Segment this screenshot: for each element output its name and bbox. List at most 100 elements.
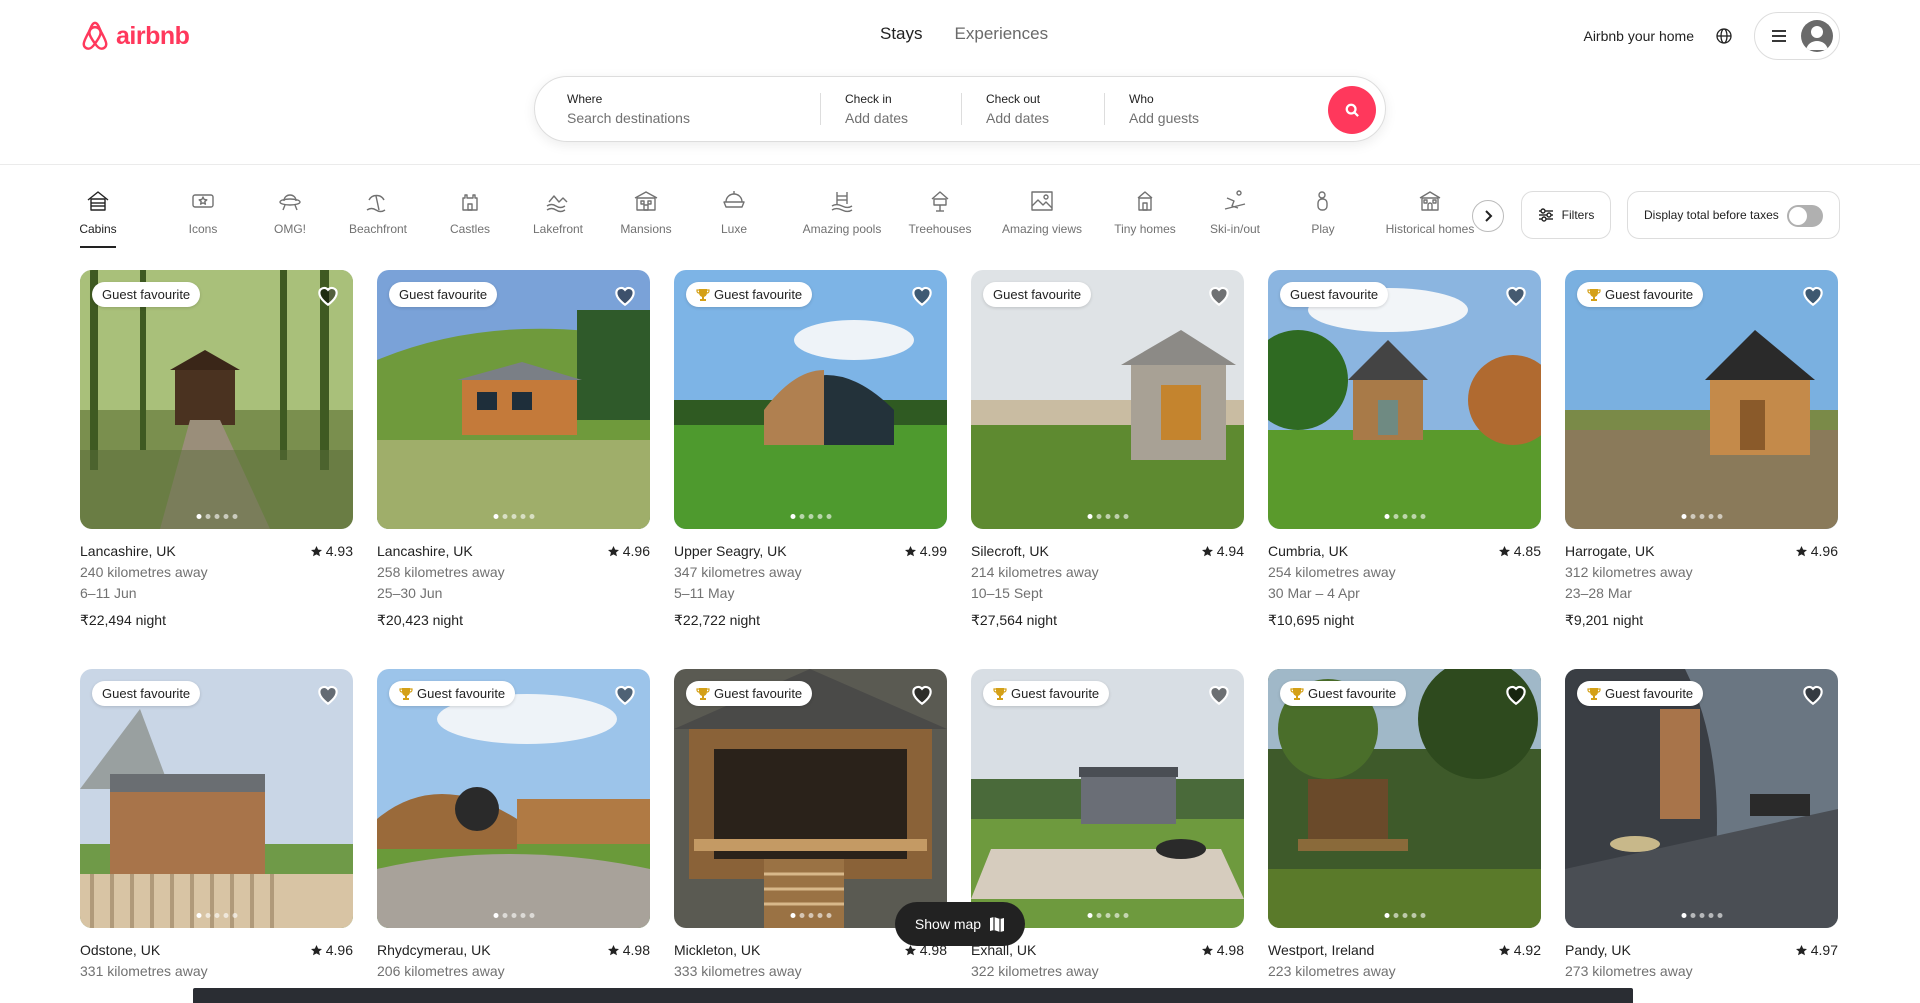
listing-card[interactable]: Guest favourite Westport, Ireland 4.92 223 …	[1268, 669, 1541, 982]
checkout-input[interactable]: Add dates	[986, 110, 1104, 126]
photo-pagination[interactable]	[196, 913, 237, 918]
search-checkin[interactable]: Check in Add dates	[821, 77, 961, 141]
listing-photo[interactable]: Guest favourite	[377, 669, 650, 928]
listing-photo[interactable]: Guest favourite	[80, 669, 353, 928]
heart-icon[interactable]	[909, 282, 935, 308]
category-label: OMG!	[274, 222, 306, 236]
heart-icon[interactable]	[909, 681, 935, 707]
listing-distance: 333 kilometres away	[674, 963, 802, 979]
heart-icon[interactable]	[1206, 681, 1232, 707]
heart-icon[interactable]	[1800, 681, 1826, 707]
photo-pagination[interactable]	[790, 514, 831, 519]
who-input[interactable]: Add guests	[1129, 110, 1335, 126]
heart-icon[interactable]	[315, 282, 341, 308]
show-map-button[interactable]: Show map	[895, 902, 1025, 946]
category-historical-homes[interactable]: Historical homes	[1379, 188, 1481, 248]
photo-pagination[interactable]	[493, 913, 534, 918]
heart-icon[interactable]	[1503, 282, 1529, 308]
heart-icon[interactable]	[315, 681, 341, 707]
search-checkout[interactable]: Check out Add dates	[962, 77, 1104, 141]
listing-card[interactable]: Guest favourite Upper Seagry, UK 4.99 347 k…	[674, 270, 947, 631]
heart-icon[interactable]	[1800, 282, 1826, 308]
heart-icon[interactable]	[612, 681, 638, 707]
listing-card[interactable]: Guest favourite Harrogate, UK 4.96 312 kilo…	[1565, 270, 1838, 631]
heart-icon[interactable]	[1206, 282, 1232, 308]
photo-pagination[interactable]	[1087, 514, 1128, 519]
listing-card[interactable]: Guest favourite Odstone, UK 4.96 331 kilome…	[80, 669, 353, 982]
category-lakefront[interactable]: Lakefront	[522, 188, 594, 248]
lakefront-icon	[545, 188, 571, 214]
category-amazing-pools[interactable]: Amazing pools	[792, 188, 892, 248]
listing-photo[interactable]: Guest favourite	[1268, 270, 1541, 529]
search-button[interactable]	[1328, 86, 1376, 134]
where-input[interactable]: Search destinations	[567, 110, 820, 126]
user-menu-button[interactable]	[1754, 12, 1840, 60]
listing-card[interactable]: Guest favourite Lancashire, UK 4.96 258 kil…	[377, 270, 650, 631]
globe-icon[interactable]	[1714, 26, 1734, 46]
category-mansions[interactable]: Mansions	[610, 188, 682, 248]
category-icons[interactable]: Icons	[167, 188, 239, 248]
listing-photo[interactable]: Guest favourite	[674, 669, 947, 928]
category-luxe[interactable]: Luxe	[698, 188, 770, 248]
listing-photo[interactable]: Guest favourite	[674, 270, 947, 529]
tab-stays[interactable]: Stays	[880, 24, 923, 44]
listing-card[interactable]: Guest favourite Silecroft, UK 4.94 214 kilo…	[971, 270, 1244, 631]
listing-photo[interactable]: Guest favourite	[1565, 270, 1838, 529]
category-tiny-homes[interactable]: Tiny homes	[1109, 188, 1181, 248]
listing-card[interactable]: Guest favourite Lancashire, UK 4.93 240 kil…	[80, 270, 353, 631]
filters-button[interactable]: Filters	[1521, 191, 1611, 239]
listing-info: Cumbria, UK 4.85 254 kilometres away 30 Mar…	[1268, 541, 1541, 631]
listing-photo[interactable]: Guest favourite	[80, 270, 353, 529]
listing-dates: 23–28 Mar	[1565, 585, 1632, 601]
airbnb-your-home-link[interactable]: Airbnb your home	[1583, 28, 1694, 44]
listing-photo[interactable]: Guest favourite	[1565, 669, 1838, 928]
heart-icon[interactable]	[1503, 681, 1529, 707]
photo-pagination[interactable]	[1681, 913, 1722, 918]
listing-location: Lancashire, UK	[377, 543, 473, 559]
photo-pagination[interactable]	[1087, 913, 1128, 918]
tab-experiences[interactable]: Experiences	[955, 24, 1049, 44]
listing-card[interactable]: Guest favourite Cumbria, UK 4.85 254 kilome…	[1268, 270, 1541, 631]
search-who[interactable]: Who Add guests	[1105, 77, 1335, 141]
listing-location: Rhydcymerau, UK	[377, 942, 491, 958]
airbnb-logo[interactable]: airbnb	[80, 20, 190, 52]
category-cabins[interactable]: Cabins	[79, 188, 117, 248]
photo-pagination[interactable]	[493, 514, 534, 519]
photo-pagination[interactable]	[790, 913, 831, 918]
listing-photo-image	[674, 669, 947, 928]
trophy-icon	[399, 687, 413, 700]
category-next-button[interactable]	[1472, 200, 1504, 232]
listing-rating: 4.96	[607, 541, 650, 562]
listing-dates: 30 Mar – 4 Apr	[1268, 585, 1360, 601]
category-castles[interactable]: Castles	[434, 188, 506, 248]
listing-photo[interactable]: Guest favourite	[377, 270, 650, 529]
listing-photo[interactable]: Guest favourite	[971, 669, 1244, 928]
listing-location: Cumbria, UK	[1268, 543, 1349, 559]
heart-icon[interactable]	[612, 282, 638, 308]
ski-icon	[1222, 188, 1248, 214]
checkin-input[interactable]: Add dates	[845, 110, 961, 126]
photo-pagination[interactable]	[196, 514, 237, 519]
photo-pagination[interactable]	[1681, 514, 1722, 519]
category-treehouses[interactable]: Treehouses	[904, 188, 976, 248]
rating-value: 4.93	[325, 543, 353, 559]
category-beachfront[interactable]: Beachfront	[342, 188, 414, 248]
category-play[interactable]: Play	[1287, 188, 1359, 248]
listing-photo[interactable]: Guest favourite	[971, 270, 1244, 529]
listing-card[interactable]: Guest favourite Rhydcymerau, UK 4.98 206 ki…	[377, 669, 650, 982]
listing-card[interactable]: Guest favourite Pandy, UK 4.97 273 kilometr…	[1565, 669, 1838, 982]
photo-pagination[interactable]	[1384, 514, 1425, 519]
category-amazing-views[interactable]: Amazing views	[991, 188, 1093, 248]
star-icon	[1201, 546, 1213, 557]
listing-photo-image	[971, 270, 1244, 529]
category-label: Icons	[188, 222, 218, 236]
taxes-switch[interactable]	[1787, 205, 1823, 227]
display-total-toggle[interactable]: Display total before taxes	[1627, 191, 1840, 239]
search-where[interactable]: Where Search destinations	[535, 77, 820, 141]
category-label: Cabins	[79, 222, 117, 236]
photo-pagination[interactable]	[1384, 913, 1425, 918]
category-ski-in-out[interactable]: Ski-in/out	[1199, 188, 1271, 248]
star-icon	[607, 546, 619, 557]
listing-photo[interactable]: Guest favourite	[1268, 669, 1541, 928]
category-omg[interactable]: OMG!	[254, 188, 326, 248]
